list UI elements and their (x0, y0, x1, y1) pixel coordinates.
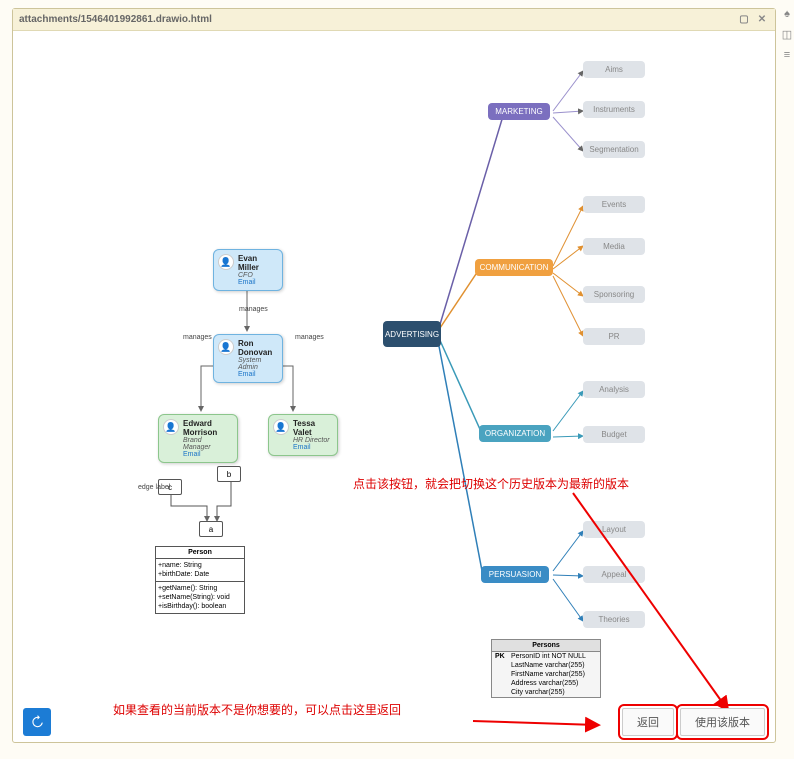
uml-attr: +birthDate: Date (158, 570, 242, 579)
manages-label: manages (295, 334, 324, 341)
mindmap-leaf[interactable]: Instruments (583, 101, 645, 118)
back-button[interactable]: 返回 (622, 708, 674, 736)
mindmap-leaf[interactable]: Segmentation (583, 141, 645, 158)
mindmap-leaf[interactable]: Events (583, 196, 645, 213)
avatar-icon: 👤 (218, 339, 234, 355)
mindmap-leaf[interactable]: PR (583, 328, 645, 345)
history-button[interactable] (23, 708, 51, 736)
uml-op: +getName(): String (158, 584, 242, 593)
uml-title: Person (156, 547, 244, 559)
org-name: Edward Morrison (183, 419, 231, 437)
maximize-icon[interactable]: ▢ (737, 13, 751, 27)
sidebar-icons: ♠ ◫ ≡ (780, 8, 794, 61)
avatar-icon: 👤 (218, 254, 234, 270)
uml-attr: +name: String (158, 561, 242, 570)
manages-label: manages (183, 334, 212, 341)
org-role: CFO (238, 272, 276, 279)
mindmap-leaf[interactable]: Appeal (583, 566, 645, 583)
db-row: Address varchar(255) (492, 679, 600, 688)
node-b[interactable]: b (217, 466, 241, 482)
mindmap-leaf[interactable]: Theories (583, 611, 645, 628)
mindmap-leaf[interactable]: Sponsoring (583, 286, 645, 303)
mindmap-leaf[interactable]: Analysis (583, 381, 645, 398)
uml-class-person[interactable]: Person +name: String +birthDate: Date +g… (155, 546, 245, 614)
use-version-button[interactable]: 使用该版本 (680, 708, 765, 736)
annotation-top: 点击该按钮，就会把切换这个历史版本为最新的版本 (353, 475, 629, 492)
mindmap-organization[interactable]: ORGANIZATION (479, 425, 551, 442)
org-node-admin[interactable]: 👤 Ron Donovan System Admin Email (213, 334, 283, 383)
mindmap-leaf[interactable]: Media (583, 238, 645, 255)
mindmap-communication[interactable]: COMMUNICATION (475, 259, 553, 276)
attachment-window: attachments/1546401992861.drawio.html ▢ … (12, 8, 776, 743)
node-a[interactable]: a (199, 521, 223, 537)
mindmap-leaf[interactable]: Layout (583, 521, 645, 538)
avatar-icon: 👤 (273, 419, 289, 435)
org-name: Tessa Valet (293, 419, 331, 437)
avatar-icon: 👤 (163, 419, 179, 435)
uml-attrs: +name: String +birthDate: Date (156, 559, 244, 582)
mindmap-persuasion[interactable]: PERSUASION (481, 566, 549, 583)
org-role: Brand Manager (183, 437, 231, 451)
history-icon (30, 715, 44, 729)
cube-icon: ◫ (782, 28, 792, 41)
org-role: System Admin (238, 357, 276, 371)
lines-icon: ≡ (784, 49, 790, 61)
org-name: Evan Miller (238, 254, 276, 272)
db-row: PKPersonID int NOT NULL (492, 652, 600, 661)
org-email: Email (293, 444, 331, 451)
db-row: FirstName varchar(255) (492, 670, 600, 679)
uml-op: +setName(String): void (158, 593, 242, 602)
manages-label: manages (239, 306, 268, 313)
org-name: Ron Donovan (238, 339, 276, 357)
db-row: City varchar(255) (492, 688, 600, 697)
mindmap-root[interactable]: ADVERTISING (383, 321, 441, 347)
org-email: Email (238, 279, 276, 286)
close-icon[interactable]: ✕ (755, 13, 769, 27)
db-title: Persons (492, 640, 600, 652)
org-email: Email (238, 371, 276, 378)
drop-icon: ♠ (784, 8, 790, 20)
org-node-mgr1[interactable]: 👤 Edward Morrison Brand Manager Email (158, 414, 238, 463)
mindmap-leaf[interactable]: Aims (583, 61, 645, 78)
mindmap-marketing[interactable]: MARKETING (488, 103, 550, 120)
diagram-canvas: 👤 Evan Miller CFO Email manages manages … (13, 31, 775, 702)
footer-bar: 返回 使用该版本 (13, 702, 775, 742)
org-node-ceo[interactable]: 👤 Evan Miller CFO Email (213, 249, 283, 291)
db-row: LastName varchar(255) (492, 661, 600, 670)
org-email: Email (183, 451, 231, 458)
org-node-mgr2[interactable]: 👤 Tessa Valet HR Director Email (268, 414, 338, 456)
window-title: attachments/1546401992861.drawio.html (19, 14, 212, 25)
db-table-persons[interactable]: Persons PKPersonID int NOT NULL LastName… (491, 639, 601, 698)
mindmap-leaf[interactable]: Budget (583, 426, 645, 443)
org-role: HR Director (293, 437, 331, 444)
uml-ops: +getName(): String +setName(String): voi… (156, 582, 244, 613)
titlebar: attachments/1546401992861.drawio.html ▢ … (13, 9, 775, 31)
edge-label: edge label (138, 484, 170, 491)
uml-op: +isBirthday(): boolean (158, 602, 242, 611)
